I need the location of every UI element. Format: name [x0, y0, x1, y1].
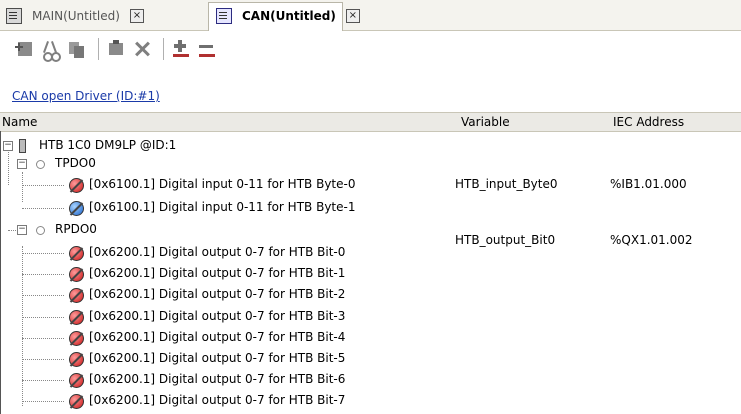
tree-connector — [22, 337, 64, 339]
editor-tab-strip: MAIN(Untitled) × CAN(Untitled) × — [0, 0, 741, 31]
tree-connector — [22, 401, 64, 403]
tree-connector — [22, 274, 64, 276]
tree-connector — [22, 185, 64, 186]
cut-icon[interactable] — [40, 38, 62, 62]
tree-row-rpdo-item[interactable]: [0x6200.1] Digital output 0-7 for HTB Bi… — [0, 286, 741, 304]
pdo-entry-label: [0x6200.1] Digital output 0-7 for HTB Bi… — [89, 393, 346, 408]
tree-row-rpdo-item[interactable]: [0x6200.1] Digital output 0-7 for HTB Bi… — [0, 392, 741, 410]
tree-row-rpdo-item[interactable]: [0x6200.1] Digital output 0-7 for HTB Bi… — [0, 244, 741, 262]
tree-row-device[interactable]: − HTB 1C0 DM9LP @ID:1 — [0, 137, 741, 155]
tree-connector — [22, 359, 64, 360]
mapping-pin-icon — [69, 246, 84, 261]
tab-main[interactable]: MAIN(Untitled) × — [6, 4, 144, 28]
column-name-header[interactable]: Name — [2, 115, 37, 129]
tree-row-tpdo-item[interactable]: [0x6100.1] Digital input 0-11 for HTB By… — [0, 199, 741, 217]
collapse-icon[interactable]: − — [3, 141, 13, 151]
tree-row-tpdo-item[interactable]: [0x6100.1] Digital input 0-11 for HTB By… — [0, 176, 741, 194]
pdo-entry-label: [0x6200.1] Digital output 0-7 for HTB Bi… — [89, 308, 346, 323]
mapping-pin-icon — [69, 288, 84, 304]
toolbar-separator — [163, 38, 164, 60]
rpdo-label: RPDO0 — [55, 222, 97, 236]
tree-row-tpdo[interactable]: − TPDO0 — [0, 155, 741, 173]
pdo-entry-label: [0x6100.1] Digital input 0-11 for HTB By… — [89, 200, 356, 214]
remove-all-icon[interactable] — [196, 38, 218, 60]
add-all-icon[interactable] — [170, 38, 192, 60]
close-icon[interactable]: × — [345, 9, 360, 23]
tree-row-rpdo-item[interactable]: [0x6200.1] Digital output 0-7 for HTB Bi… — [0, 265, 741, 283]
device-label: HTB 1C0 DM9LP @ID:1 — [39, 138, 177, 152]
mapping-pin-icon — [69, 373, 84, 389]
collapse-icon[interactable]: − — [17, 225, 27, 235]
device-icon — [19, 139, 26, 153]
tree-row-rpdo-item[interactable]: [0x6200.1] Digital output 0-7 for HTB Bi… — [0, 308, 741, 326]
can-driver-link[interactable]: CAN open Driver (ID:#1) — [12, 89, 160, 103]
variable-cell[interactable]: HTB_input_Byte0 — [455, 177, 558, 191]
tree-row-rpdo-item[interactable]: [0x6200.1] Digital output 0-7 for HTB Bi… — [0, 329, 741, 347]
pdo-icon — [36, 160, 45, 169]
column-header: Name Variable IEC Address — [0, 112, 741, 132]
pdo-entry-label: [0x6100.1] Digital input 0-11 for HTB By… — [89, 177, 356, 191]
mapping-pin-icon — [69, 267, 84, 283]
tree-connector — [22, 316, 64, 318]
toolbar — [0, 31, 741, 67]
tree-connector — [22, 208, 64, 209]
collapse-icon[interactable]: − — [17, 159, 27, 169]
program-icon — [6, 8, 22, 24]
paste-icon[interactable] — [105, 38, 127, 60]
close-icon[interactable]: × — [129, 9, 144, 23]
tree-row-rpdo-item[interactable]: [0x6200.1] Digital output 0-7 for HTB Bi… — [0, 350, 741, 368]
add-device-icon[interactable] — [14, 38, 36, 60]
tpdo-label: TPDO0 — [55, 156, 96, 170]
tab-can-label: CAN(Untitled) — [242, 9, 336, 23]
tree-connector — [22, 253, 64, 254]
mapping-pin-icon — [69, 394, 84, 410]
mapping-pin-icon — [69, 178, 84, 193]
mapping-pin-icon — [69, 309, 84, 325]
delete-icon[interactable] — [131, 38, 153, 60]
pdo-entry-label: [0x6200.1] Digital output 0-7 for HTB Bi… — [89, 351, 346, 365]
tree-connector — [22, 295, 64, 297]
copy-icon[interactable] — [66, 38, 88, 60]
pdo-entry-label: [0x6200.1] Digital output 0-7 for HTB Bi… — [89, 372, 346, 387]
pdo-entry-label: [0x6200.1] Digital output 0-7 for HTB Bi… — [89, 329, 346, 344]
iec-address-cell: %IB1.01.000 — [610, 177, 687, 191]
mapping-pin-icon — [69, 330, 84, 346]
mapping-pin-icon — [69, 201, 84, 216]
mapping-pin-icon — [69, 352, 84, 367]
pdo-entry-label: [0x6200.1] Digital output 0-7 for HTB Bi… — [89, 287, 346, 302]
can-config-icon — [216, 8, 232, 24]
column-variable-header[interactable]: Variable — [461, 115, 510, 129]
tree-connector — [22, 380, 64, 382]
tree-row-rpdo-item[interactable]: [0x6200.1] Digital output 0-7 for HTB Bi… — [0, 371, 741, 389]
pdo-icon — [36, 226, 45, 235]
tab-main-label: MAIN(Untitled) — [32, 9, 120, 23]
pdo-entry-label: [0x6200.1] Digital output 0-7 for HTB Bi… — [89, 245, 346, 259]
toolbar-separator — [98, 38, 99, 60]
tree-row-rpdo[interactable]: − RPDO0 HTB_output_Bit0 %QX1.01.002 — [0, 221, 741, 247]
tab-can[interactable]: CAN(Untitled) × — [216, 4, 360, 28]
pdo-entry-label: [0x6200.1] Digital output 0-7 for HTB Bi… — [89, 266, 346, 281]
column-iec-header[interactable]: IEC Address — [613, 115, 684, 129]
